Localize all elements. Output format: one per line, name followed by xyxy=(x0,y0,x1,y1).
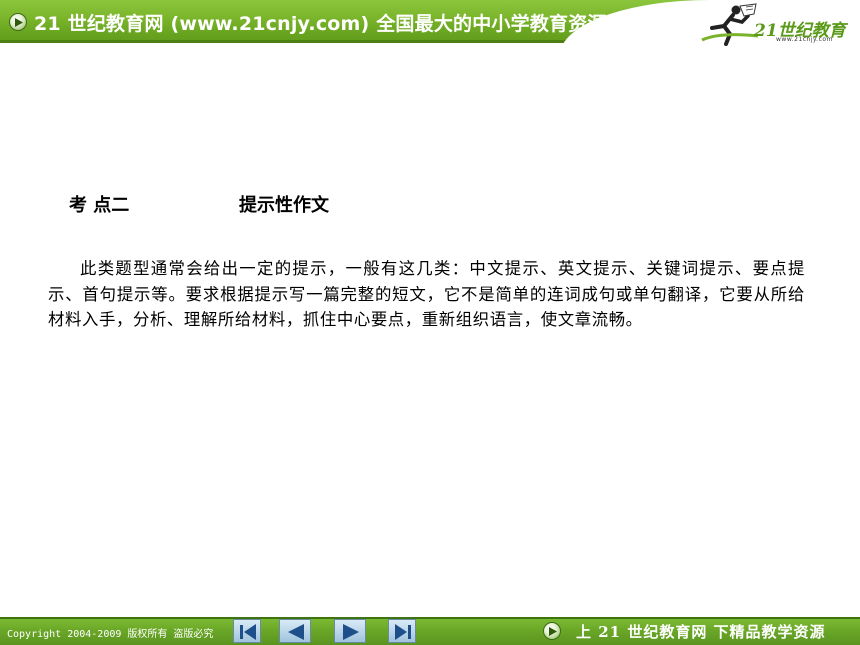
play-icon[interactable] xyxy=(9,13,27,31)
last-page-button[interactable] xyxy=(388,619,416,643)
previous-page-icon xyxy=(288,624,304,640)
first-page-icon xyxy=(240,624,256,640)
footer-bar: Copyright 2004-2009 版权所有 盗版必究 上 21 世纪教育网… xyxy=(0,617,860,645)
runner-logo-icon xyxy=(701,3,759,46)
next-page-button[interactable] xyxy=(334,619,366,643)
section-title: 提示性作文 xyxy=(239,195,329,216)
logo-url: www.21cnjy.com xyxy=(776,36,833,43)
site-logo[interactable]: 21世纪教育 www.21cnjy.com xyxy=(700,2,852,46)
footer-divider xyxy=(0,617,860,619)
header-bar: 21 世纪教育网 (www.21cnjy.com) 全国最大的中小学教育资源网站… xyxy=(0,0,860,55)
footer-play-icon[interactable] xyxy=(543,622,561,640)
footer-slogan[interactable]: 上 21 世纪教育网 下精品教学资源 xyxy=(576,621,826,642)
site-title[interactable]: 21 世纪教育网 (www.21cnjy.com) 全国最大的中小学教育资源网站 xyxy=(34,9,645,36)
section-number: 考 点二 xyxy=(69,195,130,216)
previous-page-button[interactable] xyxy=(279,619,311,643)
first-page-button[interactable] xyxy=(233,619,261,643)
body-paragraph: 此类题型通常会给出一定的提示，一般有这几类：中文提示、英文提示、关键词提示、要点… xyxy=(48,259,805,329)
copyright-text: Copyright 2004-2009 版权所有 盗版必究 xyxy=(7,629,214,640)
last-page-icon xyxy=(395,624,411,640)
next-page-icon xyxy=(343,624,359,640)
